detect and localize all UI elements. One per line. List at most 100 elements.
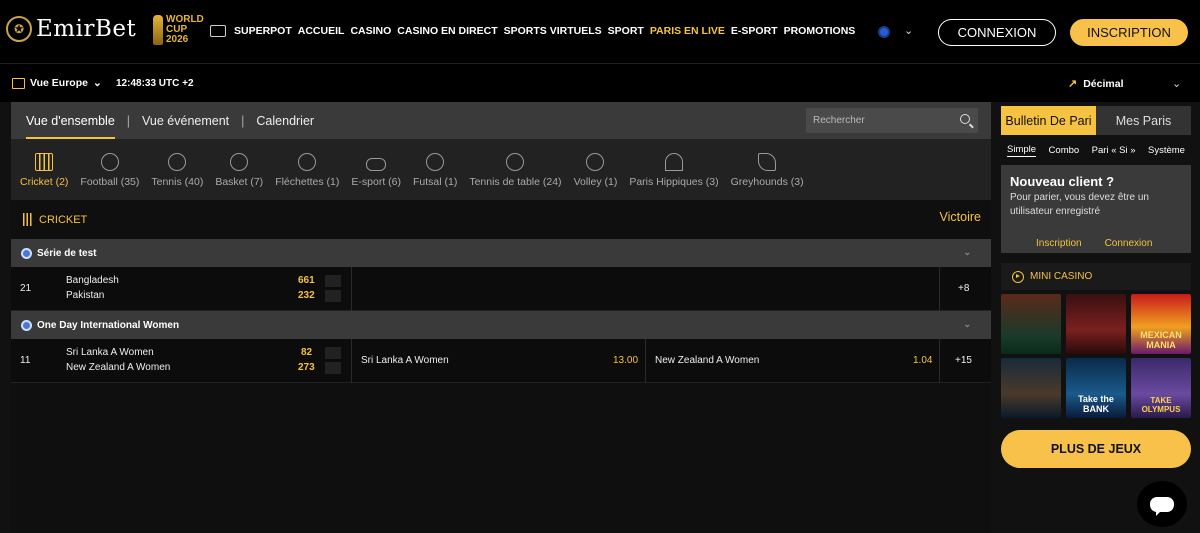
view-label: Vue Europe [30,77,88,89]
bet-type-system[interactable]: Système [1148,145,1185,156]
nav-casino-direct[interactable]: CASINO EN DIRECT [397,25,497,37]
bet-type-if[interactable]: Pari « Si » [1092,145,1136,156]
nav-esport[interactable]: E-SPORT [731,25,778,37]
game-tile[interactable] [1001,294,1061,354]
new-client-panel: Nouveau client ? Pour parier, vous devez… [1001,165,1191,253]
match-row[interactable]: 21 Bangladesh Pakistan 661 232 +8 [11,267,991,311]
casino-games-grid: MEXICAN MANIA Take the BANK TAKE OLYMPUS [1001,294,1191,418]
game-tile[interactable]: Take the BANK [1066,358,1126,418]
nav-sport[interactable]: SPORT [608,25,644,37]
score-home: 661 [298,275,315,286]
chat-button[interactable] [1137,481,1187,527]
signup-button[interactable]: INSCRIPTION [1070,19,1188,46]
nav-superpot[interactable]: SUPERPOT [234,25,292,37]
sport-greyhounds[interactable]: Greyhounds (3) [731,153,804,188]
nav-casino[interactable]: CASINO [350,25,391,37]
market-label: Victoire [939,210,981,224]
game-tile[interactable] [1001,358,1061,418]
view-icon [12,77,25,89]
team-away: Pakistan [66,290,105,301]
volleyball-icon [586,153,605,171]
sport-basket[interactable]: Basket (7) [215,153,263,188]
odd-away-value[interactable]: 1.04 [913,355,932,366]
tab-betslip[interactable]: Bulletin De Pari [1001,106,1096,135]
sport-cricket[interactable]: Cricket (2) [20,153,68,188]
odds-format-selector[interactable]: ↗ Décimal [1068,77,1124,91]
competition-header[interactable]: Série de test ⌄ [11,239,991,267]
bet-type-combo[interactable]: Combo [1049,145,1080,156]
game-tile[interactable] [1066,294,1126,354]
sport-label: E-sport (6) [351,176,401,188]
chevron-down-icon[interactable]: ⌄ [1172,77,1181,90]
nav-promotions[interactable]: PROMOTIONS [784,25,856,37]
gamepad-icon [366,158,387,171]
sports-bar: Cricket (2) Football (35) Tennis (40) Ba… [11,139,991,200]
search-input[interactable] [813,115,943,126]
world-cup-badge[interactable]: WORLD CUP 2026 [153,15,204,45]
team-away: New Zealand A Women [66,362,171,373]
view-selector[interactable]: Vue Europe ⌄ [12,77,102,89]
sport-label: Tennis de table (24) [469,176,562,188]
odd-home-value[interactable]: 13.00 [613,355,638,366]
sport-esport[interactable]: E-sport (6) [351,153,401,188]
login-link[interactable]: Connexion [1105,238,1153,249]
bet-type-simple[interactable]: Simple [1007,144,1037,157]
competition-name: Série de test [37,247,97,259]
column-divider [351,339,352,383]
clock: 12:48:33 UTC +2 [116,78,194,89]
odd-away-name[interactable]: New Zealand A Women [655,355,759,366]
tab-my-bets[interactable]: Mes Paris [1096,106,1191,135]
new-client-text: Pour parier, vous devez être un utilisat… [1010,192,1149,217]
search-box[interactable] [806,108,978,133]
tab-overview[interactable]: Vue d'ensemble [26,114,115,139]
sport-table-tennis[interactable]: Tennis de table (24) [469,153,562,188]
sport-volley[interactable]: Volley (1) [574,153,617,188]
main-nav: SUPERPOT ACCUEIL CASINO CASINO EN DIRECT… [210,25,855,37]
match-row[interactable]: 11 Sri Lanka A Women New Zealand A Women… [11,339,991,383]
sport-football[interactable]: Football (35) [80,153,139,188]
signup-link[interactable]: Inscription [1036,238,1082,249]
chevron-down-icon[interactable]: ⌄ [904,24,913,37]
search-icon[interactable] [960,114,970,124]
competition-name: One Day International Women [37,319,180,331]
new-client-title: Nouveau client ? [1010,174,1115,189]
sport-darts[interactable]: Fléchettes (1) [275,153,339,188]
sport-label: Tennis (40) [151,176,204,188]
chevron-down-icon[interactable]: ⌄ [963,247,971,258]
play-icon [1012,270,1024,283]
tab-event[interactable]: Vue événement [142,114,229,128]
more-markets[interactable]: +15 [955,355,972,366]
team-home: Bangladesh [66,275,119,286]
more-games-button[interactable]: PLUS DE JEUX [1001,430,1191,468]
sport-label: Fléchettes (1) [275,176,340,188]
game-tile[interactable]: MEXICAN MANIA [1131,294,1191,354]
mini-casino-header[interactable]: MINI CASINO [1001,263,1191,290]
language-globe-icon[interactable] [878,26,890,38]
odd-home-name[interactable]: Sri Lanka A Women [361,355,449,366]
home-icon[interactable] [210,25,226,37]
sport-horse-racing[interactable]: Paris Hippiques (3) [629,153,719,188]
betslip-tabs: Bulletin De Pari Mes Paris [1001,106,1191,135]
column-divider [939,339,940,383]
competition-header[interactable]: One Day International Women ⌄ [11,311,991,339]
more-markets[interactable]: +8 [958,283,969,294]
betslip-sidebar: Bulletin De Pari Mes Paris Simple Combo … [1001,106,1191,468]
score-away: 273 [298,362,315,373]
table-tennis-icon [506,153,525,171]
login-button[interactable]: CONNEXION [938,19,1056,46]
score-box [325,362,341,374]
game-tile[interactable]: TAKE OLYMPUS [1131,358,1191,418]
brand-logo[interactable]: ✪ EmirBet [6,16,136,42]
nav-paris-live[interactable]: PARIS EN LIVE [650,25,725,37]
tab-calendar[interactable]: Calendrier [256,114,314,128]
futsal-icon [426,153,445,171]
chevron-down-icon[interactable]: ⌄ [963,319,971,330]
score-box [325,275,341,287]
nav-accueil[interactable]: ACCUEIL [298,25,345,37]
wc-line-3: 2026 [166,34,189,45]
sport-tennis[interactable]: Tennis (40) [151,153,203,188]
sport-label: Basket (7) [215,176,264,188]
sport-futsal[interactable]: Futsal (1) [413,153,457,188]
brand-name: EmirBet [36,16,137,42]
nav-sports-virtuels[interactable]: SPORTS VIRTUELS [504,25,602,37]
